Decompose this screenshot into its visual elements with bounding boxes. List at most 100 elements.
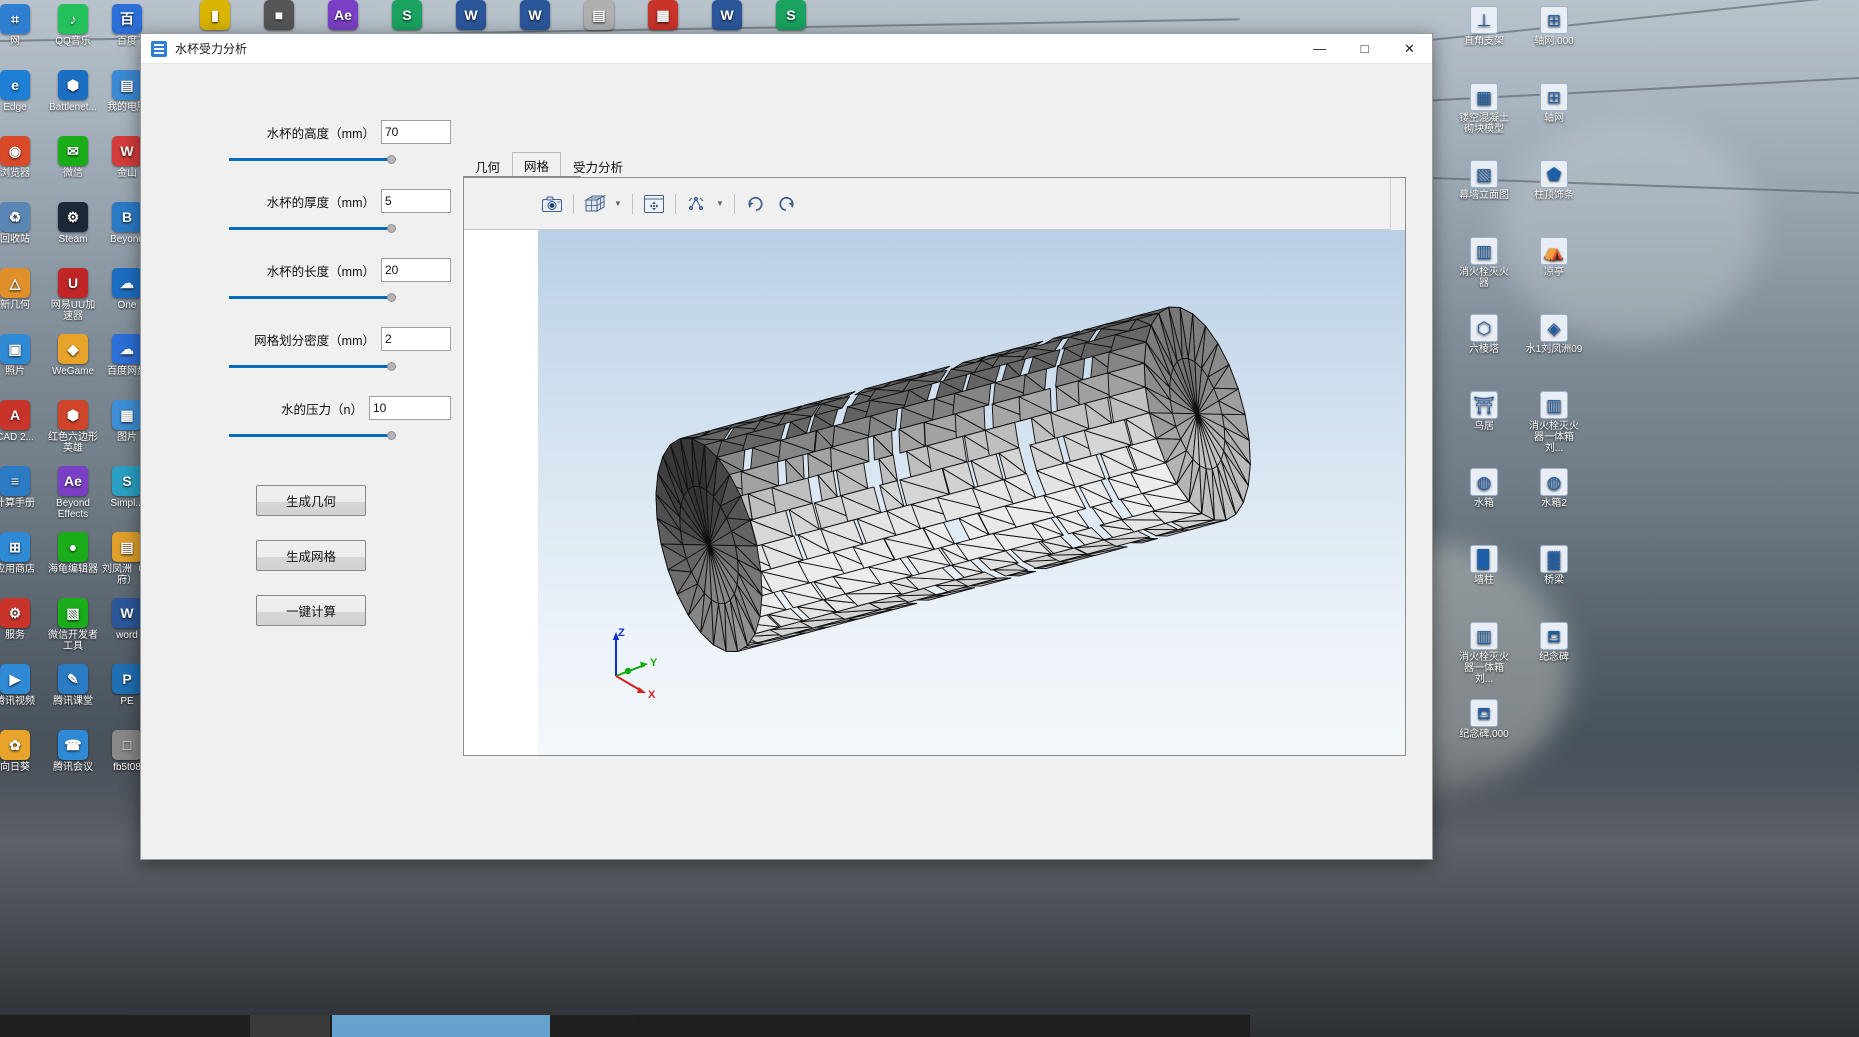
maximize-button[interactable]: □: [1342, 34, 1387, 64]
tab-mesh[interactable]: 网格: [512, 152, 562, 177]
slider-thumb[interactable]: [387, 431, 396, 440]
desktop-icon[interactable]: ♻ 回收站: [0, 202, 42, 245]
input-mesh-density[interactable]: [381, 327, 451, 351]
desktop-top-icon[interactable]: W: [700, 0, 754, 32]
desktop-cad-icon[interactable]: ⬟ 柱顶饰条: [1525, 160, 1583, 201]
desktop-cad-icon[interactable]: ⬡ 六棱塔: [1455, 314, 1513, 355]
input-cup-height[interactable]: [381, 120, 451, 144]
screenshot-icon[interactable]: [538, 191, 566, 217]
desktop-cad-icon[interactable]: ◍ 水箱: [1455, 468, 1513, 509]
select-mode-dropdown-caret-icon[interactable]: ▼: [713, 191, 727, 217]
viewer-scrollbar[interactable]: [1390, 178, 1405, 230]
desktop-top-icon[interactable]: ▤: [572, 0, 626, 32]
view-cube-icon[interactable]: [581, 191, 609, 217]
generate-geometry-button[interactable]: 生成几何: [256, 485, 366, 516]
desktop-top-icon[interactable]: ■: [252, 0, 306, 32]
desktop-cad-icon[interactable]: ◍ 水箱2: [1525, 468, 1583, 509]
desktop-icon[interactable]: ⬢ Battlenet...: [46, 70, 100, 113]
taskbar-item-active[interactable]: [332, 1015, 550, 1037]
window-titlebar[interactable]: 水杯受力分析 — □ ✕: [141, 34, 1432, 64]
desktop-top-icon[interactable]: W: [444, 0, 498, 32]
select-mode-icon[interactable]: [683, 191, 711, 217]
desktop-cad-icon[interactable]: ⛩ 鸟居: [1455, 391, 1513, 432]
rotate-right-icon[interactable]: [742, 191, 770, 217]
desktop-cad-icon[interactable]: ◈ 水1刘凤洲09: [1525, 314, 1583, 355]
desktop-cad-icon-glyph: ⛾: [1470, 699, 1498, 727]
desktop-cad-icon[interactable]: ⛺ 凉亭: [1525, 237, 1583, 278]
desktop-icon[interactable]: ⌗ 网: [0, 4, 42, 47]
desktop-top-icon[interactable]: ▮: [188, 0, 242, 32]
parameter-panel: 水杯的高度（mm） 水杯的厚度（mm）: [141, 64, 451, 859]
desktop-icon[interactable]: ☎ 腾讯会议: [46, 730, 100, 773]
slider-water-pressure[interactable]: [229, 429, 396, 443]
rotate-left-icon[interactable]: [772, 191, 800, 217]
desktop-top-icon[interactable]: S: [380, 0, 434, 32]
desktop-icon[interactable]: A CAD 2...: [0, 400, 42, 443]
close-button[interactable]: ✕: [1387, 34, 1432, 64]
desktop-cad-icon-glyph: ⬡: [1470, 314, 1498, 342]
desktop-icon[interactable]: ✉ 微信: [46, 136, 100, 179]
slider-cup-height[interactable]: [229, 153, 396, 167]
input-cup-length[interactable]: [381, 258, 451, 282]
desktop-icon[interactable]: ⬢ 红色六边形英雄: [46, 400, 100, 454]
one-click-compute-button[interactable]: 一键计算: [256, 595, 366, 626]
generate-mesh-button[interactable]: 生成网格: [256, 540, 366, 571]
slider-thumb[interactable]: [387, 155, 396, 164]
desktop-cad-icon[interactable]: ▧ 幕墙立面图: [1455, 160, 1513, 201]
desktop-icon[interactable]: ✎ 腾讯课堂: [46, 664, 100, 707]
slider-cup-length[interactable]: [229, 291, 396, 305]
slider-mesh-density[interactable]: [229, 360, 396, 374]
desktop-cad-icon[interactable]: ▦ 镂空混凝土砌块模型: [1455, 83, 1513, 135]
desktop-icon[interactable]: ⊞ 应用商店: [0, 532, 42, 575]
toolbar-separator-3: [675, 193, 676, 214]
taskbar[interactable]: [0, 1015, 1250, 1037]
label-cup-height: 水杯的高度（mm）: [266, 126, 375, 141]
desktop-cad-icon[interactable]: ▥ 消火栓灭火器一体箱 刘...: [1525, 391, 1583, 454]
desktop-cad-icon[interactable]: ⊞ 轴网: [1525, 83, 1583, 124]
desktop-cad-icon[interactable]: ⛾ 纪念碑.000: [1455, 699, 1513, 740]
desktop-cad-icon[interactable]: ▥ 消火栓灭火器一体箱 刘...: [1455, 622, 1513, 685]
desktop-icon-glyph: ☁: [112, 268, 142, 298]
desktop-icon[interactable]: ≡ 计算手册: [0, 466, 42, 509]
desktop-icon-label: Battlenet...: [49, 102, 97, 113]
desktop-icon[interactable]: e Edge: [0, 70, 42, 113]
slider-thumb[interactable]: [387, 362, 396, 371]
desktop-top-icon[interactable]: S: [764, 0, 818, 32]
desktop-icon[interactable]: U 网易UU加速器: [46, 268, 100, 322]
desktop-icon[interactable]: ♪ QQ音乐: [46, 4, 100, 47]
minimize-button[interactable]: —: [1297, 34, 1342, 64]
desktop-top-icon[interactable]: ▦: [636, 0, 690, 32]
desktop-icon[interactable]: ▧ 微信开发者工具: [46, 598, 100, 652]
desktop-icon[interactable]: ⚙ Steam: [46, 202, 100, 245]
desktop-cad-icon[interactable]: ⊞ 轴网.000: [1525, 6, 1583, 47]
desktop-icon[interactable]: ⚙ 服务: [0, 598, 42, 641]
input-water-pressure[interactable]: [369, 396, 451, 420]
desktop-cad-icon[interactable]: ▓ 桥梁: [1525, 545, 1583, 586]
view-cube-dropdown-caret-icon[interactable]: ▼: [611, 191, 625, 217]
desktop-cad-icon[interactable]: ⛾ 纪念碑: [1525, 622, 1583, 663]
desktop-icon[interactable]: ▶ 腾讯视频: [0, 664, 42, 707]
desktop-cad-icon[interactable]: ⊥ 直角支架: [1455, 6, 1513, 47]
desktop-icon[interactable]: ● 海龟编辑器: [46, 532, 100, 575]
desktop-icon[interactable]: Ae Beyond Effects: [46, 466, 100, 520]
desktop-cad-icon[interactable]: ▥ 消火栓灭火器: [1455, 237, 1513, 289]
desktop-icon-label: 微信: [63, 168, 83, 179]
tab-geometry[interactable]: 几何: [463, 154, 512, 177]
desktop-top-icon[interactable]: W: [508, 0, 562, 32]
input-cup-thickness[interactable]: [381, 189, 451, 213]
fit-to-view-icon[interactable]: [640, 191, 668, 217]
desktop-top-icon[interactable]: Ae: [316, 0, 370, 32]
desktop-icon-glyph: ✎: [58, 664, 88, 694]
desktop-icon[interactable]: △ 新几何: [0, 268, 42, 311]
slider-cup-thickness[interactable]: [229, 222, 396, 236]
desktop-icon[interactable]: ◉ 浏览器: [0, 136, 42, 179]
desktop-cad-icon[interactable]: ▉ 墙柱: [1455, 545, 1513, 586]
desktop-icon[interactable]: ▣ 照片: [0, 334, 42, 377]
slider-thumb[interactable]: [387, 224, 396, 233]
desktop-icon[interactable]: ◆ WeGame: [46, 334, 100, 377]
tab-stress-analysis[interactable]: 受力分析: [561, 154, 635, 177]
taskbar-item-1[interactable]: [250, 1015, 330, 1037]
desktop-icon[interactable]: ✿ 向日葵: [0, 730, 42, 773]
mesh-viewport[interactable]: Z Y X: [538, 230, 1405, 755]
slider-thumb[interactable]: [387, 293, 396, 302]
